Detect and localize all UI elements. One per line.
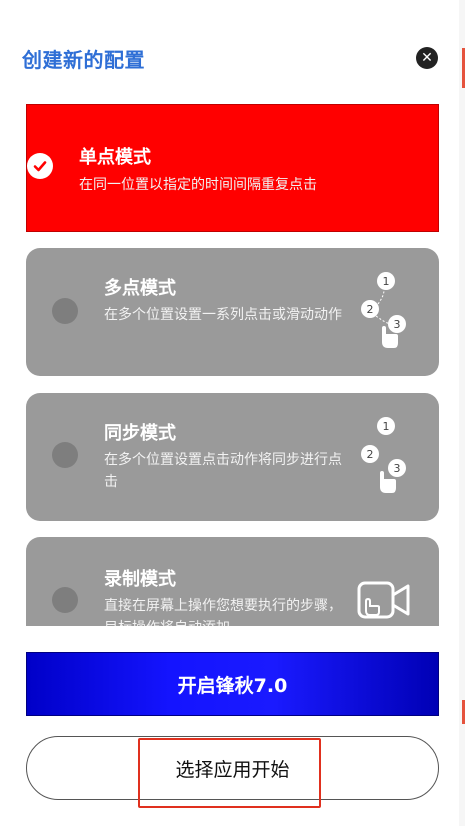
mode-description: 在多个位置设置点击动作将同步进行点击 (104, 452, 342, 490)
mode-card-multi[interactable]: 多点模式 在多个位置设置一系列点击或滑动动作 1 2 3 (26, 248, 439, 376)
mode-list[interactable]: 单点模式 在同一位置以指定的时间间隔重复点击 多点模式 在多个位置设置一系列点击… (0, 100, 459, 626)
step-number: 3 (394, 318, 401, 331)
step-number: 1 (383, 420, 390, 433)
mode-card-single[interactable]: 单点模式 在同一位置以指定的时间间隔重复点击 (26, 104, 439, 232)
step-number: 1 (383, 275, 390, 288)
close-icon[interactable]: ✕ (416, 47, 438, 69)
background-edge (459, 0, 465, 826)
multi-tap-icon: 1 2 3 (356, 268, 416, 354)
radio-button[interactable] (52, 298, 78, 324)
mode-card-record[interactable]: 录制模式 直接在屏幕上操作您想要执行的步骤，目标操作将自动添加 (26, 537, 439, 626)
mode-name: 录制模式 (104, 569, 176, 590)
create-config-dialog: 创建新的配置 ✕ 单点模式 在同一位置以指定的时间间隔重复点击 多点模式 在多个… (0, 0, 459, 826)
mode-name: 多点模式 (104, 278, 176, 299)
radio-button[interactable] (52, 442, 78, 468)
step-number: 2 (367, 448, 374, 461)
step-number: 3 (394, 462, 401, 475)
check-icon (27, 153, 53, 179)
dialog-title: 创建新的配置 (22, 48, 145, 72)
mode-description: 在多个位置设置一系列点击或滑动动作 (104, 307, 342, 323)
step-number: 2 (367, 303, 374, 316)
radio-button[interactable] (52, 587, 78, 613)
start-button[interactable]: 开启锋秋7.0 (26, 652, 439, 716)
record-video-icon (356, 579, 412, 621)
mode-name: 同步模式 (104, 423, 176, 444)
mode-card-sync[interactable]: 同步模式 在多个位置设置点击动作将同步进行点击 1 2 3 (26, 393, 439, 521)
mode-name: 单点模式 (79, 147, 151, 168)
mode-description: 在同一位置以指定的时间间隔重复点击 (79, 177, 317, 193)
mode-description: 直接在屏幕上操作您想要执行的步骤，目标操作将自动添加 (104, 598, 342, 626)
select-app-button[interactable]: 选择应用开始 (26, 736, 439, 800)
sync-tap-icon: 1 2 3 (356, 413, 416, 499)
